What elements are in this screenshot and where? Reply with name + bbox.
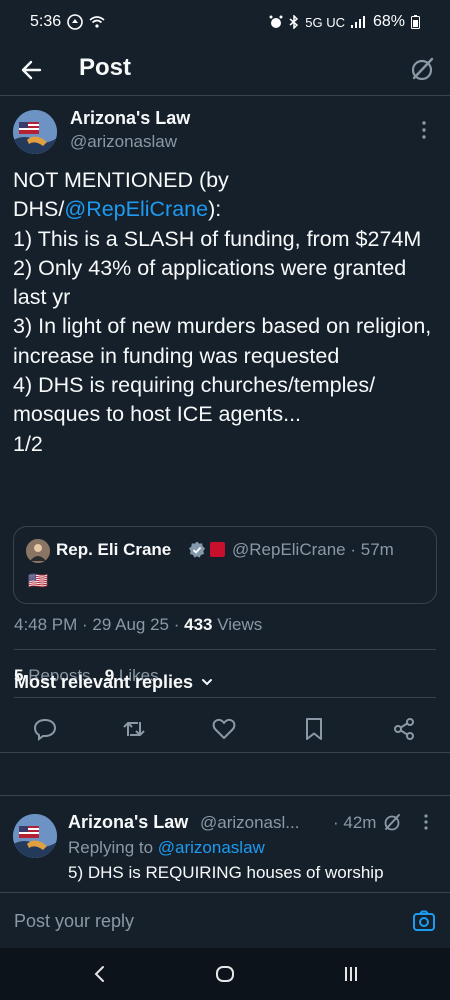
more-options-icon[interactable] bbox=[416, 812, 436, 832]
reply-composer: Post your reply bbox=[0, 892, 450, 948]
avatar[interactable] bbox=[13, 110, 57, 154]
bluetooth-icon bbox=[289, 15, 299, 29]
post-author-handle[interactable]: @arizonaslaw bbox=[70, 132, 177, 152]
status-time: 5:36 bbox=[30, 13, 62, 30]
quoted-avatar bbox=[26, 539, 50, 563]
divider bbox=[14, 697, 436, 698]
wifi-icon bbox=[89, 15, 105, 29]
post-text-part-2: ): 1) This is a SLASH of funding, from $… bbox=[13, 197, 432, 456]
reply-input[interactable]: Post your reply bbox=[14, 911, 134, 932]
camera-icon[interactable] bbox=[412, 909, 436, 933]
reply-author-name[interactable]: Arizona's Law bbox=[68, 812, 188, 833]
verified-badge-icon bbox=[188, 541, 206, 559]
avatar[interactable] bbox=[13, 814, 57, 858]
post-mention-link[interactable]: @RepEliCrane bbox=[64, 197, 208, 221]
replies-heading: Most relevant replies bbox=[14, 672, 194, 692]
share-icon[interactable] bbox=[391, 716, 417, 742]
alarm-icon bbox=[269, 15, 283, 29]
reply-icon[interactable] bbox=[32, 716, 58, 742]
nav-home-icon[interactable] bbox=[213, 962, 237, 986]
status-bar: 5:36 5G UC 68% bbox=[0, 0, 450, 44]
reply-time: · 42m bbox=[333, 813, 377, 832]
app-notification-icon bbox=[67, 14, 83, 30]
nav-recents-icon[interactable] bbox=[339, 962, 363, 986]
chevron-down-icon bbox=[201, 672, 213, 693]
post-body: NOT MENTIONED (by DHS/@RepEliCrane): 1) … bbox=[13, 166, 433, 459]
quoted-author-name: Rep. Eli Crane bbox=[56, 540, 172, 559]
post-author-name[interactable]: Arizona's Law bbox=[70, 108, 190, 129]
signal-icon bbox=[350, 16, 367, 28]
reply-text: 5) DHS is REQUIRING houses of worship bbox=[68, 863, 384, 882]
replies-sort-dropdown[interactable]: Most relevant replies bbox=[14, 672, 213, 693]
quoted-text: 🇺🇸 bbox=[28, 573, 48, 590]
system-nav-bar bbox=[0, 948, 450, 1000]
quoted-author-handle: @RepEliCrane · 57m bbox=[232, 540, 394, 559]
reply-author-handle[interactable]: @arizonasl... bbox=[200, 813, 299, 833]
post-action-bar bbox=[0, 706, 450, 756]
bookmark-icon[interactable] bbox=[301, 716, 327, 742]
grok-icon[interactable] bbox=[382, 812, 402, 832]
more-options-icon[interactable] bbox=[412, 118, 436, 142]
affiliation-badge-icon bbox=[210, 542, 225, 557]
quoted-post[interactable]: Rep. Eli Crane @RepEliCrane · 57m 🇺🇸 bbox=[13, 526, 437, 604]
network-label: 5G UC bbox=[305, 14, 345, 30]
views-count: 433 bbox=[184, 615, 213, 634]
replying-to-handle[interactable]: @arizonaslaw bbox=[158, 838, 265, 857]
post-author-row: Arizona's Law @arizonaslaw bbox=[0, 96, 450, 160]
battery-icon bbox=[411, 15, 420, 29]
nav-back-icon[interactable] bbox=[88, 962, 112, 986]
views-label: Views bbox=[212, 615, 263, 634]
page-title: Post bbox=[79, 54, 132, 81]
post-timestamp-views: 4:48 PM · 29 Aug 25 · 433 Views bbox=[14, 615, 262, 635]
repost-icon[interactable] bbox=[121, 716, 147, 742]
post-timestamp[interactable]: 4:48 PM · 29 Aug 25 · bbox=[14, 615, 184, 634]
back-arrow-icon[interactable] bbox=[18, 56, 46, 84]
replying-to: Replying to @arizonaslaw bbox=[68, 838, 265, 858]
top-app-bar: Post bbox=[0, 44, 450, 96]
grok-icon[interactable] bbox=[408, 55, 436, 83]
divider bbox=[0, 752, 450, 753]
divider bbox=[0, 795, 450, 796]
divider bbox=[14, 649, 436, 650]
battery-percent: 68% bbox=[372, 13, 405, 30]
replying-to-label: Replying to bbox=[68, 838, 158, 857]
like-heart-icon[interactable] bbox=[211, 716, 237, 742]
